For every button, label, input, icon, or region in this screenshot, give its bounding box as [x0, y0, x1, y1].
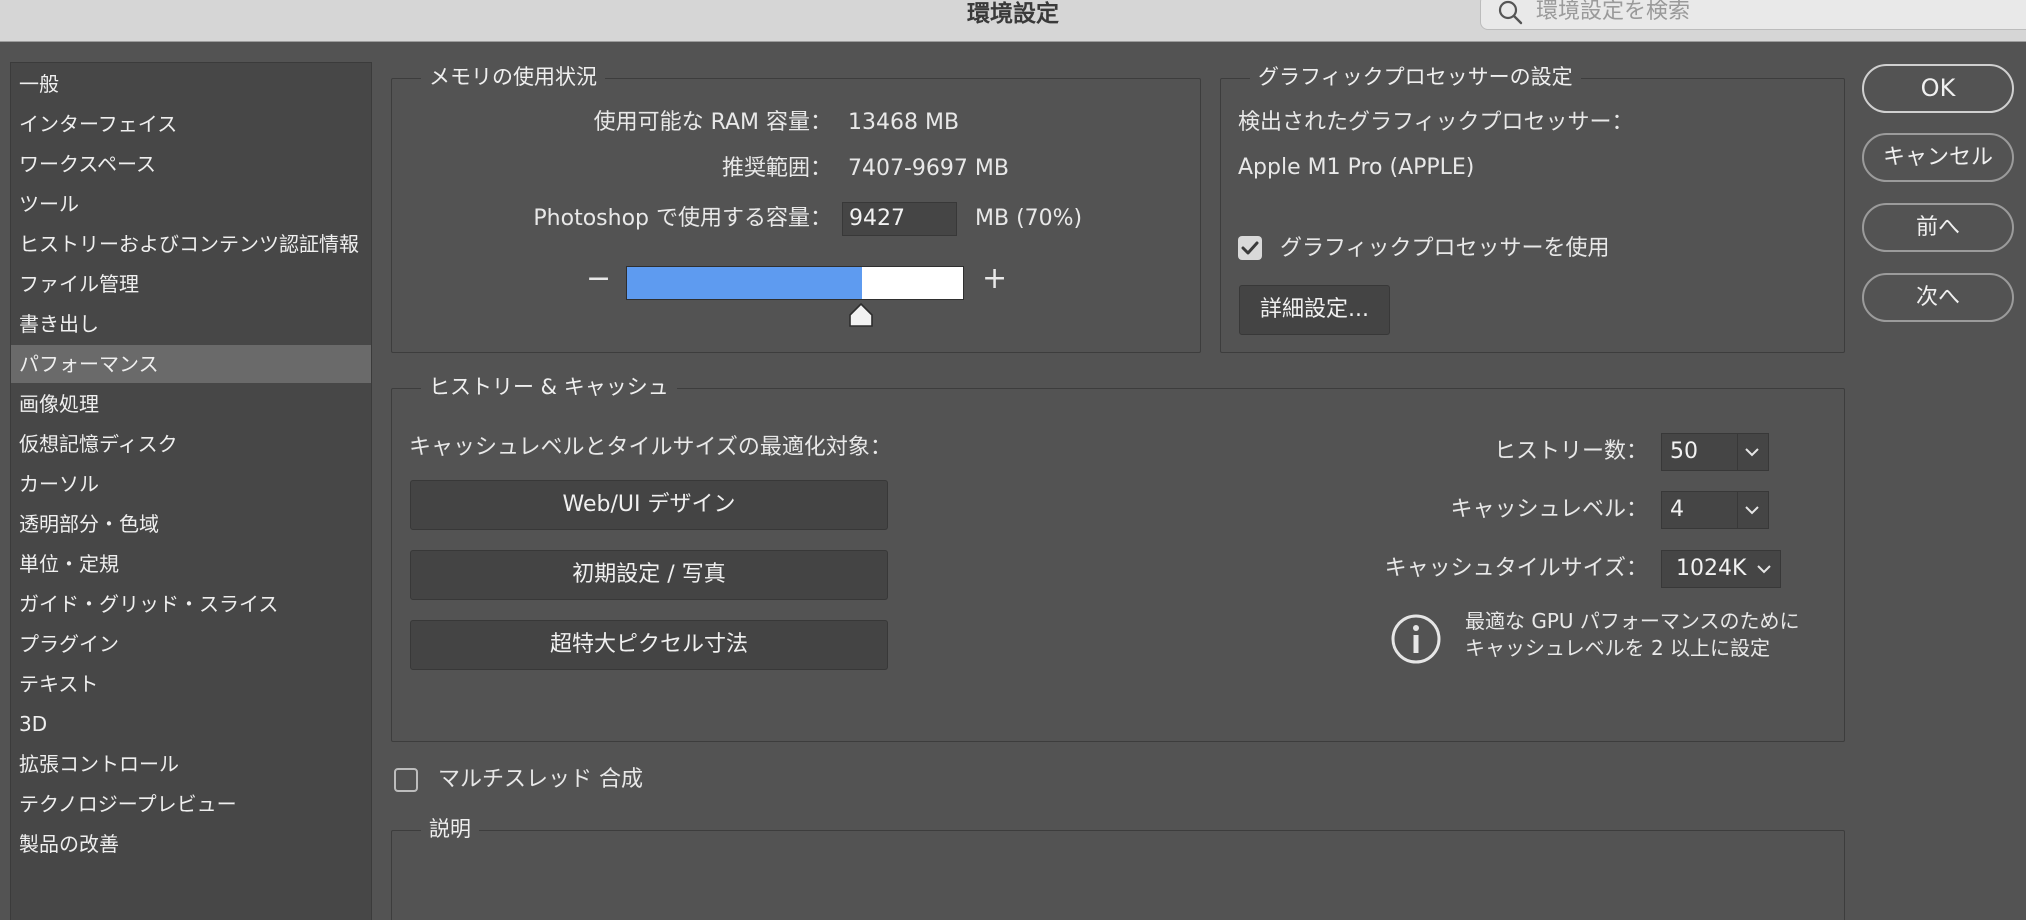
cache-levels-value: 4: [1670, 497, 1684, 522]
sidebar-item-history-content-credentials[interactable]: ヒストリーおよびコンテンツ認証情報: [11, 225, 371, 263]
sidebar-item-product-improvement[interactable]: 製品の改善: [11, 825, 371, 863]
chevron-down-icon: [1745, 448, 1759, 457]
next-button[interactable]: 次へ: [1862, 273, 2014, 322]
sidebar-item-workspace[interactable]: ワークスペース: [11, 145, 371, 183]
use-gpu-label: グラフィックプロセッサーを使用: [1280, 236, 1610, 261]
cancel-button[interactable]: キャンセル: [1862, 133, 2014, 182]
sidebar-item-technology-previews[interactable]: テクノロジープレビュー: [11, 785, 371, 823]
memory-slider-fill: [627, 267, 863, 299]
ideal-range-value: 7407-9697 MB: [848, 156, 1009, 181]
checkmark-icon: [1241, 241, 1259, 255]
sidebar-item-enhanced-controls[interactable]: 拡張コントロール: [11, 745, 371, 783]
sidebar-item-guides-grid-slices[interactable]: ガイド・グリッド・スライス: [11, 585, 371, 623]
sidebar-item-units-rulers[interactable]: 単位・定規: [11, 545, 371, 583]
optimize-cache-label: キャッシュレベルとタイルサイズの最適化対象：: [409, 435, 892, 460]
title-bar: 環境設定 環境設定を検索: [0, 0, 2026, 42]
use-gpu-checkbox[interactable]: [1238, 236, 1262, 260]
gpu-settings-title: グラフィックプロセッサーの設定: [1250, 63, 1581, 91]
web-ui-design-button[interactable]: Web/UI デザイン: [410, 480, 888, 530]
history-states-select[interactable]: 50: [1661, 433, 1769, 471]
detected-gpu-value: Apple M1 Pro (APPLE): [1238, 155, 1475, 180]
sidebar-item-interface[interactable]: インターフェイス: [11, 105, 371, 143]
sidebar-item-general[interactable]: 一般: [11, 65, 371, 103]
history-states-label: ヒストリー数：: [1493, 439, 1648, 464]
cache-levels-label: キャッシュレベル：: [1450, 497, 1648, 522]
search-icon: [1498, 0, 1523, 25]
sidebar-item-performance[interactable]: パフォーマンス: [11, 345, 371, 383]
increase-memory-button[interactable]: +: [982, 264, 1007, 294]
huge-pixel-dimensions-button[interactable]: 超特大ピクセル寸法: [410, 620, 888, 670]
history-cache-title: ヒストリー & キャッシュ: [421, 373, 677, 401]
select-divider: [1737, 492, 1738, 528]
decrease-memory-button[interactable]: −: [586, 264, 611, 294]
photoshop-usage-label: Photoshop で使用する容量：: [533, 206, 832, 231]
memory-slider-track[interactable]: [626, 266, 964, 300]
memory-usage-input[interactable]: 9427: [842, 202, 957, 236]
default-photos-button[interactable]: 初期設定 / 写真: [410, 550, 888, 600]
multithreaded-compositing-label: マルチスレッド 合成: [438, 767, 643, 792]
chevron-down-icon: [1745, 506, 1759, 515]
info-icon: [1391, 614, 1441, 664]
sidebar-item-file-handling[interactable]: ファイル管理: [11, 265, 371, 303]
description-group: [391, 830, 1845, 920]
memory-usage-title: メモリの使用状況: [421, 63, 605, 91]
history-states-value: 50: [1670, 439, 1698, 464]
multithreaded-compositing-checkbox[interactable]: [394, 768, 418, 792]
search-placeholder: 環境設定を検索: [1536, 0, 1691, 24]
sidebar-item-export[interactable]: 書き出し: [11, 305, 371, 343]
description-title: 説明: [421, 815, 479, 843]
sidebar-item-type[interactable]: テキスト: [11, 665, 371, 703]
gpu-tip-line1: 最適な GPU パフォーマンスのために: [1465, 609, 1800, 633]
cache-levels-select[interactable]: 4: [1661, 491, 1769, 529]
advanced-settings-button[interactable]: 詳細設定...: [1239, 285, 1390, 335]
memory-slider-thumb[interactable]: [848, 302, 874, 328]
detected-gpu-label: 検出されたグラフィックプロセッサー：: [1238, 110, 1634, 135]
previous-button[interactable]: 前へ: [1862, 203, 2014, 252]
ok-button[interactable]: OK: [1862, 64, 2014, 113]
search-field[interactable]: 環境設定を検索: [1480, 0, 2026, 30]
available-ram-value: 13468 MB: [848, 110, 960, 135]
sidebar-item-plugins[interactable]: プラグイン: [11, 625, 371, 663]
cache-tile-size-label: キャッシュタイルサイズ：: [1384, 556, 1648, 581]
sidebar-item-image-processing[interactable]: 画像処理: [11, 385, 371, 423]
select-divider: [1737, 434, 1738, 470]
sidebar-item-tools[interactable]: ツール: [11, 185, 371, 223]
cache-tile-size-value: 1024K: [1676, 556, 1747, 581]
gpu-tip-line2: キャッシュレベルを 2 以上に設定: [1465, 636, 1771, 660]
available-ram-label: 使用可能な RAM 容量：: [593, 110, 832, 135]
chevron-down-icon: [1757, 565, 1771, 574]
sidebar-item-transparency-gamut[interactable]: 透明部分・色域: [11, 505, 371, 543]
sidebar-item-cursors[interactable]: カーソル: [11, 465, 371, 503]
category-sidebar: 一般 インターフェイス ワークスペース ツール ヒストリーおよびコンテンツ認証情…: [10, 62, 372, 920]
sidebar-item-scratch-disks[interactable]: 仮想記憶ディスク: [11, 425, 371, 463]
cache-tile-size-select[interactable]: 1024K: [1661, 550, 1781, 588]
memory-usage-unit: MB (70%): [975, 206, 1083, 231]
ideal-range-label: 推奨範囲：: [721, 156, 832, 181]
sidebar-item-3d[interactable]: 3D: [11, 705, 371, 743]
